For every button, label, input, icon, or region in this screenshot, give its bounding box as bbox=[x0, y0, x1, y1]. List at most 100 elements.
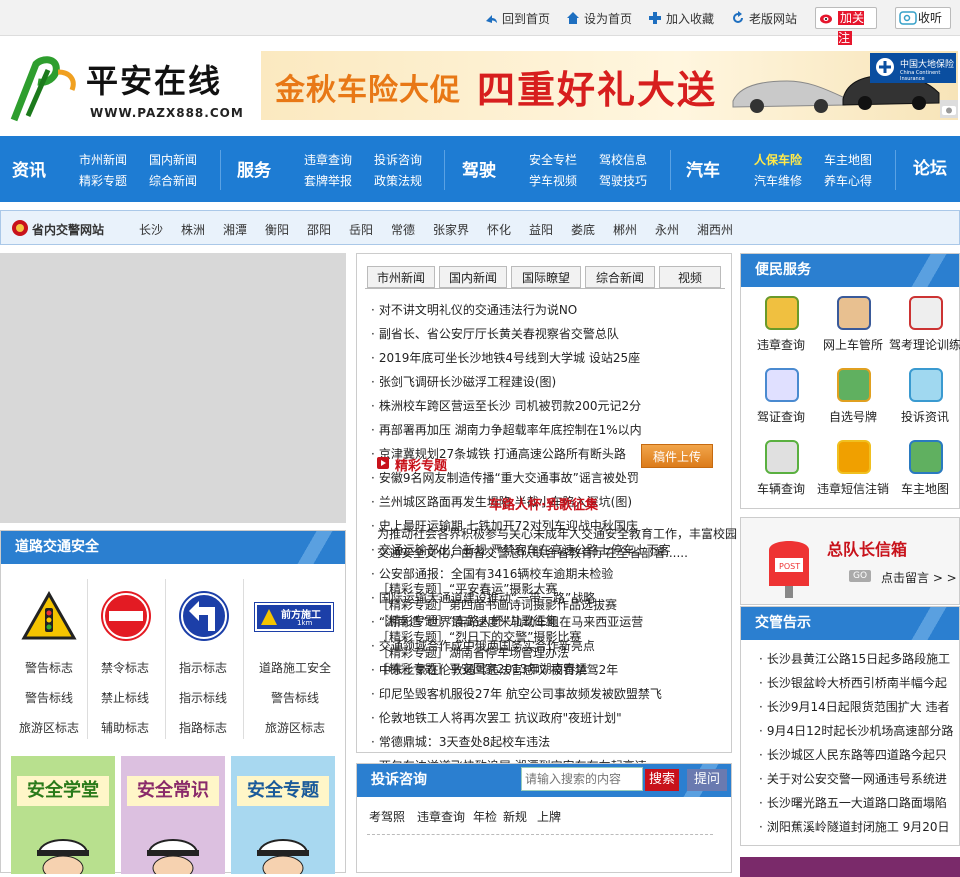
sign-label[interactable]: 指路标志 bbox=[163, 719, 243, 736]
notice-item[interactable]: 关于对公安交警一网通违号系统进 bbox=[759, 770, 947, 787]
nav-general-news[interactable]: 综合新闻 bbox=[149, 172, 197, 189]
add-favorite-link[interactable]: 加入收藏 bbox=[648, 10, 714, 28]
news-item[interactable]: 伦敦地铁工人将再次罢工 抗议政府"夜班计划" bbox=[371, 709, 622, 726]
listen-button[interactable]: 收听 bbox=[895, 7, 951, 29]
service-label[interactable]: 车辆查询 bbox=[745, 480, 817, 497]
news-tab[interactable]: 视频 bbox=[659, 266, 721, 288]
city-link[interactable]: 湘西州 bbox=[697, 221, 733, 238]
city-link[interactable]: 邵阳 bbox=[307, 221, 331, 238]
service-icon[interactable] bbox=[765, 296, 799, 330]
sign-label[interactable]: 指示标线 bbox=[163, 689, 243, 706]
nav-car-tips[interactable]: 养车心得 bbox=[824, 172, 872, 189]
weibo-follow-button[interactable]: 加关注 bbox=[815, 7, 877, 45]
sign-label[interactable]: 旅游区标志 bbox=[247, 719, 343, 736]
complaint-tag[interactable]: 新规 bbox=[503, 808, 527, 825]
direction-sign-icon[interactable] bbox=[177, 589, 231, 643]
city-link[interactable]: 岳阳 bbox=[349, 221, 373, 238]
site-logo[interactable]: 平安在线 WWW.PAZX888.COM bbox=[6, 50, 246, 130]
search-button[interactable]: 搜索 bbox=[645, 769, 679, 791]
nav-car-repair[interactable]: 汽车维修 bbox=[754, 172, 802, 189]
news-tab[interactable]: 国内新闻 bbox=[439, 266, 507, 288]
featured-title[interactable]: 精彩专题 bbox=[395, 455, 447, 474]
complaint-tag[interactable]: 违章查询 bbox=[417, 808, 465, 825]
city-link[interactable]: 长沙 bbox=[139, 221, 163, 238]
nav-school-info[interactable]: 驾校信息 bbox=[599, 151, 647, 168]
featured-item[interactable]: ［精彩专题］“烈日下的交警”摄影比赛 bbox=[377, 628, 581, 645]
service-label[interactable]: 违章查询 bbox=[745, 336, 817, 353]
city-link[interactable]: 湘潭 bbox=[223, 221, 247, 238]
service-label[interactable]: 投诉资讯 bbox=[889, 408, 960, 425]
nav-domestic-news[interactable]: 国内新闻 bbox=[149, 151, 197, 168]
city-link[interactable]: 娄底 bbox=[571, 221, 595, 238]
nav-picc-insurance[interactable]: 人保车险 bbox=[754, 151, 802, 168]
featured-headline[interactable]: 车路人杯·乳歌征集 bbox=[489, 494, 598, 513]
news-item[interactable]: 张剑飞调研长沙磁浮工程建设(图) bbox=[371, 373, 556, 390]
nav-driving-video[interactable]: 学车视频 bbox=[529, 172, 577, 189]
notice-item[interactable]: 浏阳蕉溪岭隧道封闭施工 9月20日 bbox=[759, 818, 950, 835]
slideshow-image[interactable] bbox=[0, 253, 346, 523]
service-label[interactable]: 违章短信注销 bbox=[817, 480, 889, 497]
purple-banner[interactable] bbox=[740, 857, 960, 877]
sign-label[interactable]: 辅助标志 bbox=[85, 719, 165, 736]
upload-article-button[interactable]: 稿件上传 bbox=[641, 444, 713, 468]
city-link[interactable]: 怀化 bbox=[487, 221, 511, 238]
camera-icon[interactable] bbox=[940, 100, 958, 118]
nav-safety-column[interactable]: 安全专栏 bbox=[529, 151, 577, 168]
news-tab[interactable]: 市州新闻 bbox=[367, 266, 435, 288]
nav-category-car[interactable]: 汽车 bbox=[686, 156, 720, 181]
sign-label[interactable]: 道路施工安全 bbox=[247, 659, 343, 676]
nav-complaint[interactable]: 投诉咨询 bbox=[374, 151, 422, 168]
sign-label[interactable]: 指示标志 bbox=[163, 659, 243, 676]
sign-label[interactable]: 警告标线 bbox=[247, 689, 343, 706]
news-tab[interactable]: 综合新闻 bbox=[585, 266, 655, 288]
service-label[interactable]: 驾证查询 bbox=[745, 408, 817, 425]
complaint-tag[interactable]: 年检 bbox=[473, 808, 497, 825]
card-safety-classroom[interactable]: 安全学堂 bbox=[11, 756, 115, 874]
complaint-tag[interactable]: 考驾照 bbox=[369, 808, 405, 825]
search-input[interactable] bbox=[521, 767, 643, 791]
service-icon[interactable] bbox=[837, 368, 871, 402]
home-link[interactable]: 回到首页 bbox=[484, 10, 550, 28]
construction-sign[interactable]: 前方施工 1km bbox=[254, 602, 334, 632]
sign-label[interactable]: 警告标线 bbox=[9, 689, 89, 706]
service-icon[interactable] bbox=[765, 440, 799, 474]
sign-label[interactable]: 警告标志 bbox=[9, 659, 89, 676]
news-item[interactable]: 2019年底可坐长沙地铁4号线到大学城 设站25座 bbox=[371, 349, 640, 366]
notice-item[interactable]: 长沙银盆岭大桥西引桥南半幅今起 bbox=[759, 674, 947, 691]
news-item[interactable]: 对不讲文明礼仪的交通违法行为说NO bbox=[371, 301, 577, 318]
card-safety-topics[interactable]: 安全专题 bbox=[231, 756, 335, 874]
notice-item[interactable]: 长沙城区人民东路等四道路今起只 bbox=[759, 746, 947, 763]
card-safety-knowledge[interactable]: 安全常识 bbox=[121, 756, 225, 874]
city-link[interactable]: 株洲 bbox=[181, 221, 205, 238]
warning-sign-icon[interactable] bbox=[21, 591, 77, 641]
featured-item[interactable]: ［精彩专题］“车路人杯”儿歌征集 bbox=[377, 612, 557, 629]
service-label[interactable]: 车主地图 bbox=[889, 480, 960, 497]
mailbox-link[interactable]: 点击留言 > > bbox=[881, 569, 957, 586]
service-icon[interactable] bbox=[909, 368, 943, 402]
city-link[interactable]: 郴州 bbox=[613, 221, 637, 238]
nav-category-service[interactable]: 服务 bbox=[237, 156, 271, 181]
nav-featured[interactable]: 精彩专题 bbox=[79, 172, 127, 189]
notice-item[interactable]: 长沙曙光路五一大道路口路面塌陷 bbox=[759, 794, 947, 811]
prohibition-sign-icon[interactable] bbox=[99, 589, 153, 643]
service-label[interactable]: 自选号牌 bbox=[817, 408, 889, 425]
nav-city-news[interactable]: 市州新闻 bbox=[79, 151, 127, 168]
city-link[interactable]: 益阳 bbox=[529, 221, 553, 238]
nav-fake-plate-report[interactable]: 套牌举报 bbox=[304, 172, 352, 189]
sign-label[interactable]: 禁令标志 bbox=[85, 659, 165, 676]
nav-category-news[interactable]: 资讯 bbox=[12, 156, 46, 181]
old-site-link[interactable]: 老版网站 bbox=[731, 10, 797, 28]
sign-label[interactable]: 禁止标线 bbox=[85, 689, 165, 706]
nav-category-driving[interactable]: 驾驶 bbox=[462, 156, 496, 181]
ask-button[interactable]: 提问 bbox=[687, 769, 727, 791]
nav-driving-tips[interactable]: 驾驶技巧 bbox=[599, 172, 647, 189]
nav-regulations[interactable]: 政策法规 bbox=[374, 172, 422, 189]
city-link[interactable]: 张家界 bbox=[433, 221, 469, 238]
notice-item[interactable]: 长沙9月14日起限货范围扩大 违者 bbox=[759, 698, 950, 715]
nav-owner-map[interactable]: 车主地图 bbox=[824, 151, 872, 168]
news-item[interactable]: 株洲校车跨区营运至长沙 司机被罚款200元记2分 bbox=[371, 397, 641, 414]
sign-label[interactable]: 旅游区标志 bbox=[9, 719, 89, 736]
notice-item[interactable]: 长沙县黄江公路15日起多路段施工 bbox=[759, 650, 950, 667]
city-link[interactable]: 衡阳 bbox=[265, 221, 289, 238]
news-tab[interactable]: 国际瞭望 bbox=[511, 266, 581, 288]
